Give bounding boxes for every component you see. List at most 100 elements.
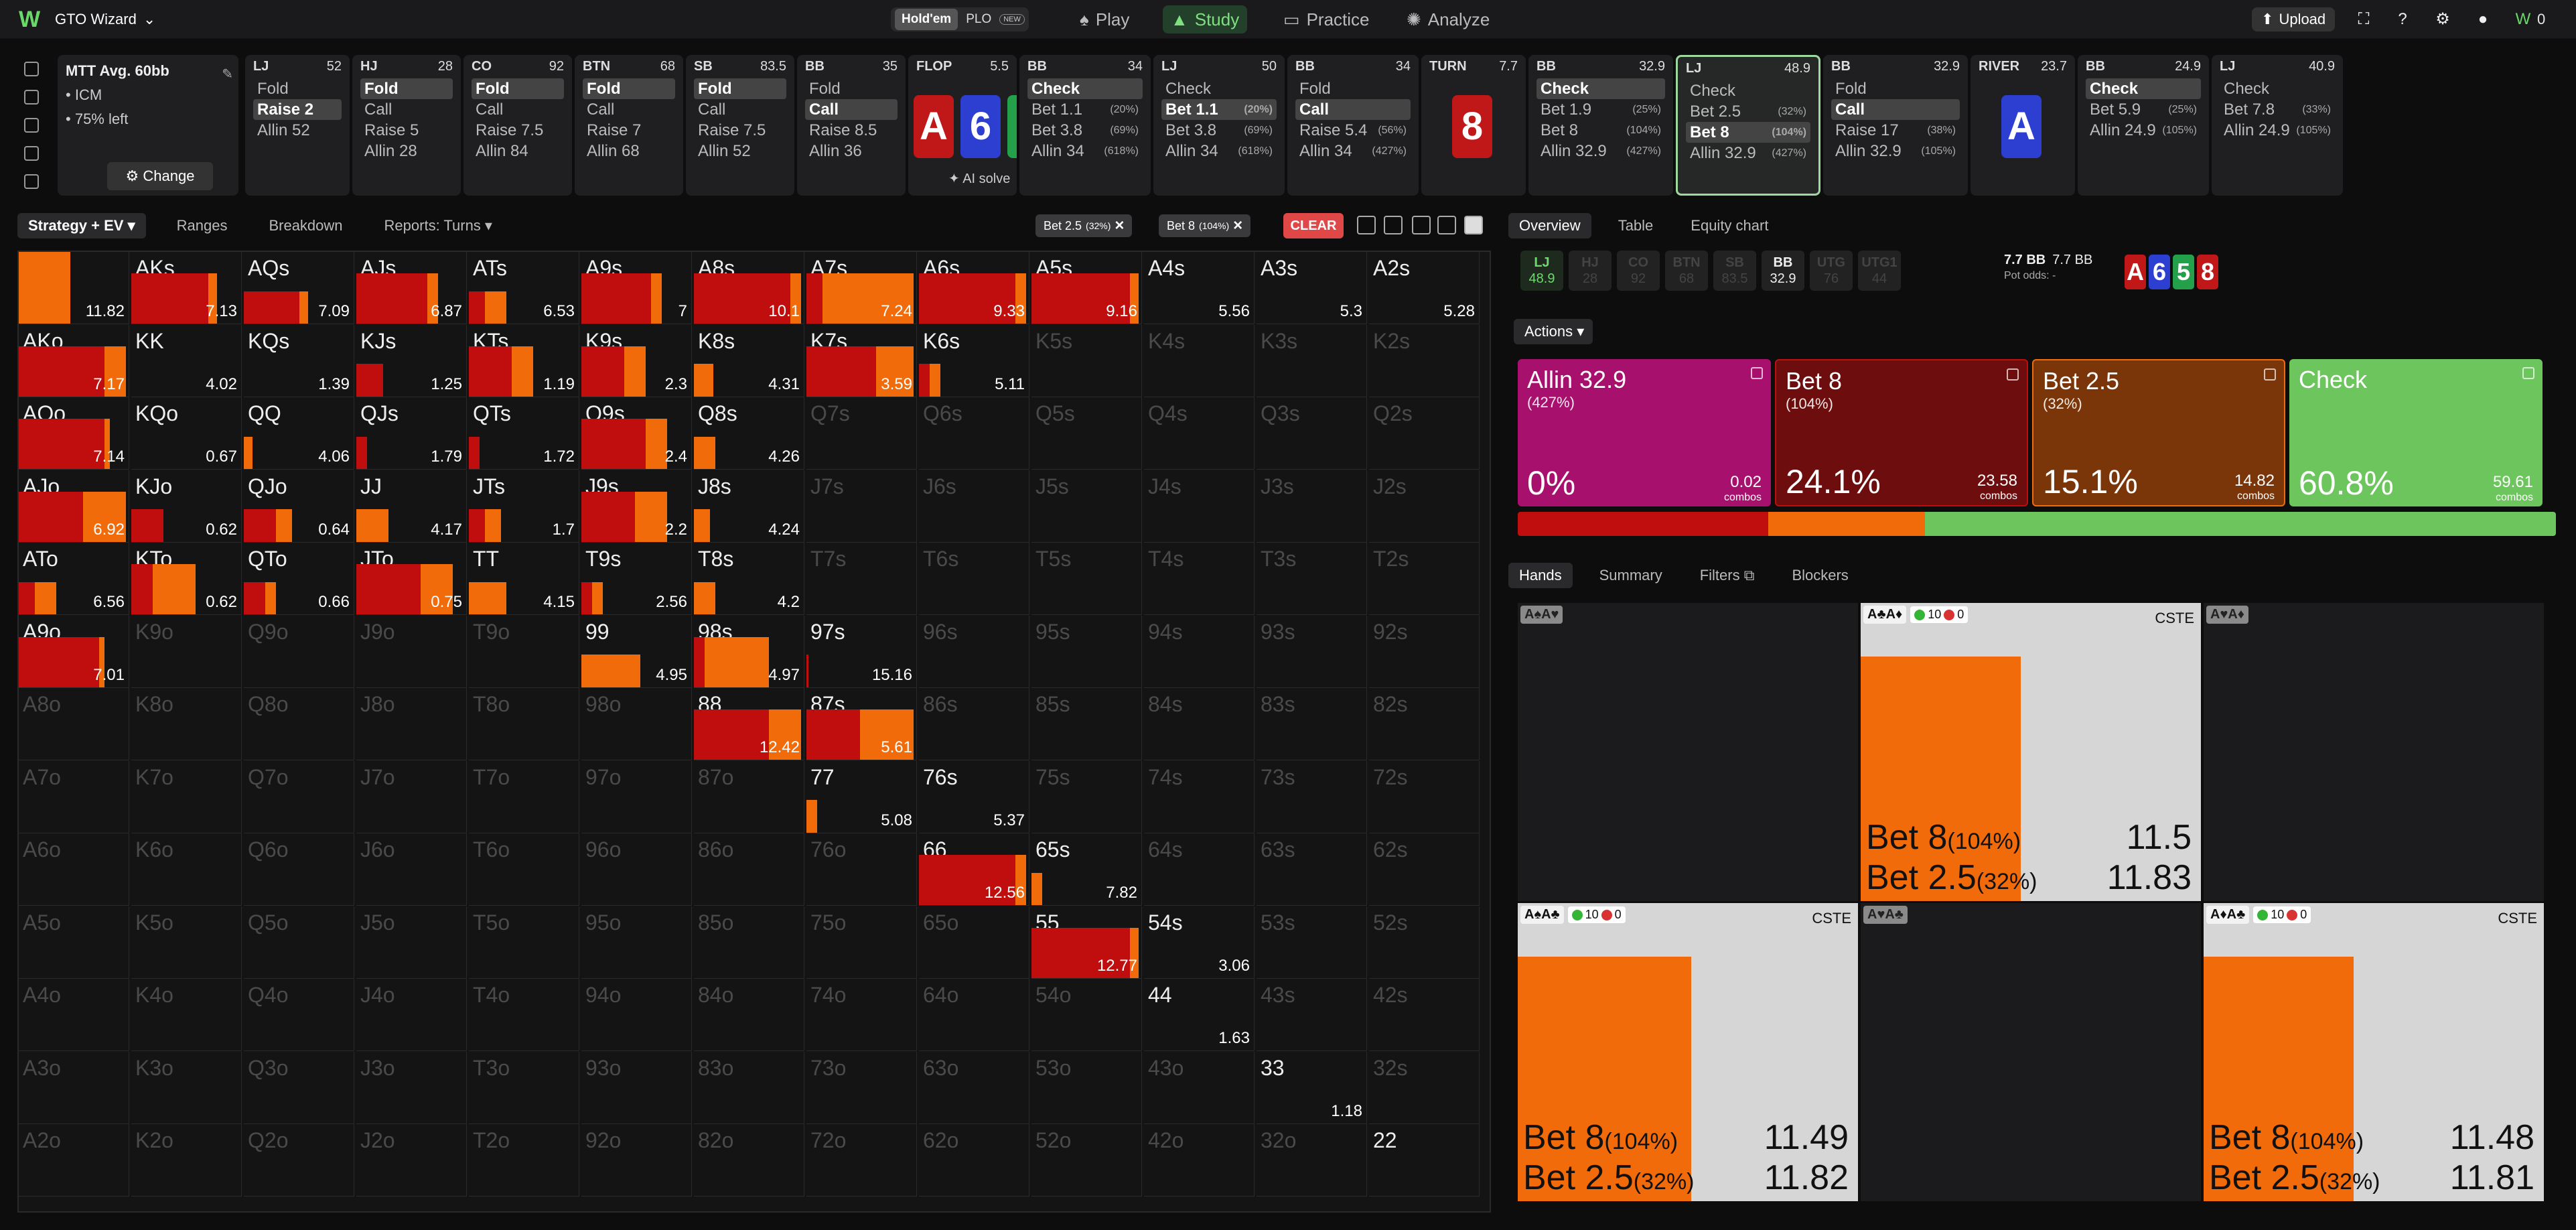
node-action[interactable]: Call xyxy=(805,99,898,120)
hand-cell-95s[interactable]: 95s xyxy=(1031,615,1142,688)
node-action[interactable]: Call xyxy=(694,99,786,120)
hand-cell-k2o[interactable]: K2o xyxy=(131,1124,242,1197)
hand-cell-t8o[interactable]: T8o xyxy=(469,688,579,760)
hand-cell-k5s[interactable]: K5s xyxy=(1031,324,1142,397)
hand-cell-85s[interactable]: 85s xyxy=(1031,688,1142,760)
position-utg[interactable]: UTG 76 xyxy=(1810,251,1853,291)
node-action[interactable]: Check xyxy=(1686,80,1810,101)
hand-cell-a2s[interactable]: A2s 5.28 xyxy=(1369,252,1480,324)
hand-cell-k9o[interactable]: K9o xyxy=(131,615,242,688)
node-action[interactable]: Bet 8 (104%) xyxy=(1686,122,1810,143)
hand-cell-q9o[interactable]: Q9o xyxy=(244,615,354,688)
tab-ranges[interactable]: Ranges xyxy=(166,213,238,238)
action-card-1[interactable]: Bet 8 (104%) 24.1% 23.58 combos xyxy=(1775,359,2028,506)
hand-cell-92s[interactable]: 92s xyxy=(1369,615,1480,688)
hand-cell-83s[interactable]: 83s xyxy=(1257,688,1367,760)
hand-cell-74s[interactable]: 74s xyxy=(1144,760,1255,833)
hand-cell-j9o[interactable]: J9o xyxy=(356,615,467,688)
hand-cell-86o[interactable]: 86o xyxy=(694,833,804,906)
hand-cell-j2s[interactable]: J2s xyxy=(1369,470,1480,543)
node-action[interactable]: Raise 7.5 xyxy=(694,120,786,141)
hand-cell-k3o[interactable]: K3o xyxy=(131,1051,242,1124)
hand-cell-95o[interactable]: 95o xyxy=(581,906,692,979)
node-action[interactable]: Raise 5 xyxy=(360,120,453,141)
hand-cell-kts[interactable]: KTs 1.19 xyxy=(469,324,579,397)
node-action[interactable]: Fold xyxy=(1831,78,1960,99)
node-action[interactable]: Fold xyxy=(472,78,564,99)
node-action[interactable]: Raise 7.5 xyxy=(472,120,564,141)
hand-cell-j8s[interactable]: J8s 4.24 xyxy=(694,470,804,543)
tab-hands[interactable]: Hands xyxy=(1508,563,1573,588)
hand-cell-t9o[interactable]: T9o xyxy=(469,615,579,688)
node-action[interactable]: Allin 36 xyxy=(805,141,898,161)
hand-cell-a5s[interactable]: A5s 9.16 xyxy=(1031,252,1142,324)
node-action[interactable]: Call xyxy=(472,99,564,120)
node-action[interactable]: Raise 17 (38%) xyxy=(1831,120,1960,141)
tab-table[interactable]: Table xyxy=(1607,213,1664,238)
hand-cell-a3s[interactable]: A3s 5.3 xyxy=(1257,252,1367,324)
view-select[interactable]: Strategy + EV ▾ xyxy=(17,213,146,238)
hand-cell-t7s[interactable]: T7s xyxy=(806,543,917,615)
hand-cell-a6s[interactable]: A6s 9.33 xyxy=(919,252,1029,324)
tab-blockers[interactable]: Blockers xyxy=(1781,563,1859,588)
hand-cell-a2o[interactable]: A2o xyxy=(19,1124,129,1197)
contrast-icon[interactable] xyxy=(1384,216,1403,234)
node-action[interactable]: Allin 84 xyxy=(472,141,564,161)
hand-cell-t5s[interactable]: T5s xyxy=(1031,543,1142,615)
hand-cell-j9s[interactable]: J9s 2.2 xyxy=(581,470,692,543)
tab-summary[interactable]: Summary xyxy=(1589,563,1673,588)
hand-cell-aks[interactable]: AKs 7.13 xyxy=(131,252,242,324)
hand-cell-97o[interactable]: 97o xyxy=(581,760,692,833)
hand-cell-a4o[interactable]: A4o xyxy=(19,979,129,1051)
hand-cell-22[interactable]: 22 xyxy=(1369,1124,1480,1197)
hand-cell-52o[interactable]: 52o xyxy=(1031,1124,1142,1197)
grid-icon[interactable] xyxy=(1437,216,1456,234)
hand-cell-k9s[interactable]: K9s 2.3 xyxy=(581,324,692,397)
hand-cell-74o[interactable]: 74o xyxy=(806,979,917,1051)
hand-cell-72o[interactable]: 72o xyxy=(806,1124,917,1197)
action-card-3[interactable]: Check 60.8% 59.61 combos xyxy=(2289,359,2543,506)
hand-cell-q8o[interactable]: Q8o xyxy=(244,688,354,760)
edit-icon[interactable]: ✎ xyxy=(222,66,233,82)
game-mode-toggle[interactable]: Hold'em PLO NEW xyxy=(891,7,1029,31)
hand-cell-a7o[interactable]: A7o xyxy=(19,760,129,833)
hand-cell-85o[interactable]: 85o xyxy=(694,906,804,979)
hand-cell-ako[interactable]: AKo 7.17 xyxy=(19,324,129,397)
node-co[interactable]: CO 92 Fold Call Raise 7.5 Allin 84 xyxy=(463,55,572,196)
hand-cell-q2s[interactable]: Q2s xyxy=(1369,397,1480,470)
node-action[interactable]: Call xyxy=(583,99,675,120)
node-action[interactable]: Bet 8 (104%) xyxy=(1536,120,1665,141)
hand-cell-qjo[interactable]: QJo 0.64 xyxy=(244,470,354,543)
hand-cell-98o[interactable]: 98o xyxy=(581,688,692,760)
node-bb[interactable]: BB 35 Fold Call Raise 8.5 Allin 36 xyxy=(797,55,906,196)
nav-practice[interactable]: ▭ Practice xyxy=(1275,5,1378,33)
hand-cell-j4o[interactable]: J4o xyxy=(356,979,467,1051)
hand-cell-a9s[interactable]: A9s 7 xyxy=(581,252,692,324)
hand-cell-65o[interactable]: 65o xyxy=(919,906,1029,979)
hand-cell-k3s[interactable]: K3s xyxy=(1257,324,1367,397)
hand-cell-q7o[interactable]: Q7o xyxy=(244,760,354,833)
brand-menu[interactable]: GTO Wizard ⌄ xyxy=(55,11,155,28)
hand-cell-33[interactable]: 33 1.18 xyxy=(1257,1051,1367,1124)
hand-cell-k7s[interactable]: K7s 3.59 xyxy=(806,324,917,397)
hand-cell-43s[interactable]: 43s xyxy=(1257,979,1367,1051)
holdem-mode[interactable]: Hold'em xyxy=(895,9,958,30)
node-action[interactable]: Fold xyxy=(805,78,898,99)
node-bb[interactable]: BB 32.9 Fold Call Raise 17 (38%) Allin 32.9 (10… xyxy=(1823,55,1968,196)
position-sb[interactable]: SB 83.5 xyxy=(1713,251,1756,291)
position-co[interactable]: CO 92 xyxy=(1617,251,1660,291)
hand-cell-t2s[interactable]: T2s xyxy=(1369,543,1480,615)
node-action[interactable]: Bet 5.9 (25%) xyxy=(2086,99,2201,120)
hand-cell-ato[interactable]: ATo 6.56 xyxy=(19,543,129,615)
node-lj[interactable]: LJ 40.9 Check Bet 7.8 (33%) Allin 24.9 (105%) xyxy=(2212,55,2343,196)
hand-cell-94s[interactable]: 94s xyxy=(1144,615,1255,688)
hand-cell-t2o[interactable]: T2o xyxy=(469,1124,579,1197)
hand-cell-jts[interactable]: JTs 1.7 xyxy=(469,470,579,543)
hand-cell-qto[interactable]: QTo 0.66 xyxy=(244,543,354,615)
hand-cell-97s[interactable]: 97s 15.16 xyxy=(806,615,917,688)
help-icon[interactable]: ? xyxy=(2391,8,2414,31)
hand-cell-kqo[interactable]: KQo 0.67 xyxy=(131,397,242,470)
hand-cell-j6s[interactable]: J6s xyxy=(919,470,1029,543)
close-icon[interactable]: × xyxy=(1115,216,1124,235)
hand-cell-87s[interactable]: 87s 5.61 xyxy=(806,688,917,760)
